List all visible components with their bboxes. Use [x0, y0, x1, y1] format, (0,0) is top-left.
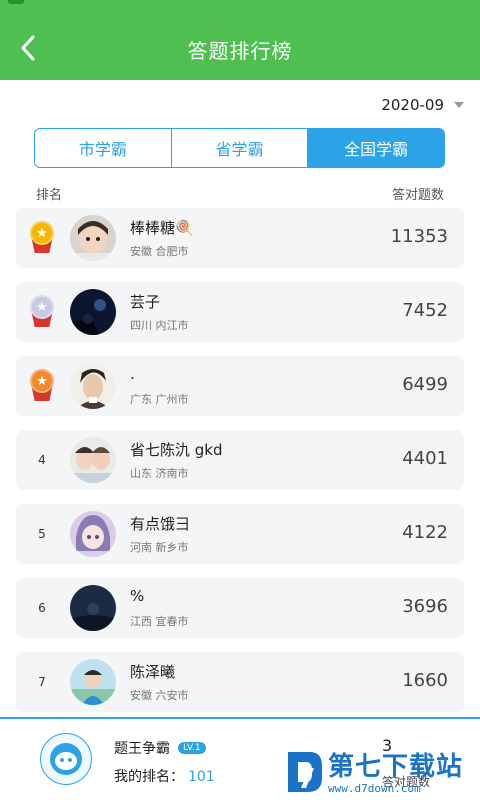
correct-count: 4401: [402, 448, 448, 469]
user-location: 四川 内江市: [130, 319, 189, 332]
my-rank-label: 我的排名：: [114, 769, 184, 785]
month-select[interactable]: 2020-09: [381, 96, 464, 114]
correct-count: 3696: [402, 596, 448, 617]
rank-cell: ★: [16, 208, 68, 268]
status-notch: [8, 0, 24, 4]
user-name: 芸子: [130, 293, 161, 311]
user-name: %: [130, 587, 145, 605]
watermark-url: www.d7down.com: [328, 782, 421, 795]
user-location: 河南 新乡市: [130, 541, 189, 554]
watermark-brand: 第七下载站: [328, 752, 464, 782]
user-location: 江西 宜春市: [130, 615, 189, 628]
status-bar: [0, 0, 480, 18]
leaderboard-row[interactable]: 6 % 江西 宜春市 3696: [16, 578, 464, 638]
my-rank: 我的排名： 101: [114, 766, 215, 786]
user-location: 安徽 六安市: [130, 689, 189, 702]
chevron-left-icon: [21, 35, 35, 61]
tab-province[interactable]: 省学霸: [171, 129, 309, 167]
avatar: [70, 437, 116, 483]
game-name: 题王争霸: [114, 741, 170, 757]
user-location: 安徽 合肥市: [130, 245, 189, 258]
rank-number: 5: [38, 527, 46, 541]
bronze-medal-icon: ★: [29, 369, 55, 403]
rank-number: 6: [38, 601, 46, 615]
rank-cell: ★: [16, 282, 68, 342]
app-bar: 答题排行榜: [0, 18, 480, 80]
scope-tabs: 市学霸 省学霸 全国学霸: [34, 128, 445, 168]
silver-medal-icon: ★: [29, 295, 55, 329]
watermark: 第七下载站 www.d7down.com: [284, 744, 480, 800]
correct-count: 11353: [390, 226, 448, 247]
d7-logo-icon: [288, 752, 322, 792]
game-title: 题王争霸 LV.1: [114, 738, 206, 758]
page-title: 答题排行榜: [187, 38, 293, 63]
list-header: 排名 答对题数: [36, 184, 444, 204]
rank-number: 4: [38, 453, 46, 467]
caret-down-icon: [454, 102, 464, 108]
user-name: .: [130, 365, 135, 383]
avatar: [70, 585, 116, 631]
leaderboard-row[interactable]: 4 省七陈氿 gkd 山东 济南市 4401: [16, 430, 464, 490]
avatar: [70, 289, 116, 335]
month-select-value: 2020-09: [381, 96, 444, 114]
user-name: 省七陈氿 gkd: [130, 441, 223, 459]
user-name: 有点饿⺕: [130, 515, 191, 533]
back-button[interactable]: [16, 30, 40, 66]
user-location: 广东 广州市: [130, 393, 189, 406]
correct-count: 7452: [402, 300, 448, 321]
user-location: 山东 济南市: [130, 467, 189, 480]
gold-medal-icon: ★: [29, 221, 55, 255]
tab-national[interactable]: 全国学霸: [308, 129, 444, 167]
avatar: [70, 215, 116, 261]
leaderboard-row[interactable]: 5 有点饿⺕ 河南 新乡市 4122: [16, 504, 464, 564]
leaderboard-row[interactable]: ★ 棒棒糖🍭 安徽 合肥市 11353: [16, 208, 464, 268]
level-badge: LV.1: [178, 742, 206, 754]
rank-number: 7: [38, 675, 46, 689]
correct-count: 6499: [402, 374, 448, 395]
leaderboard-row[interactable]: ★ . 广东 广州市 6499: [16, 356, 464, 416]
leaderboard-row[interactable]: ★ 芸子 四川 内江市 7452: [16, 282, 464, 342]
app-logo-icon: [40, 733, 92, 785]
rank-column-label: 排名: [36, 188, 63, 203]
avatar: [70, 363, 116, 409]
correct-count: 4122: [402, 522, 448, 543]
avatar: [70, 511, 116, 557]
count-column-label: 答对题数: [391, 188, 444, 203]
leaderboard-row[interactable]: 7 陈泽曦 安徽 六安市 1660: [16, 652, 464, 712]
user-name: 陈泽曦: [130, 663, 176, 681]
rank-cell: ★: [16, 356, 68, 416]
user-name: 棒棒糖🍭: [130, 219, 194, 237]
my-rank-value: 101: [188, 769, 215, 785]
tab-city[interactable]: 市学霸: [35, 129, 172, 167]
correct-count: 1660: [402, 670, 448, 691]
avatar: [70, 659, 116, 705]
